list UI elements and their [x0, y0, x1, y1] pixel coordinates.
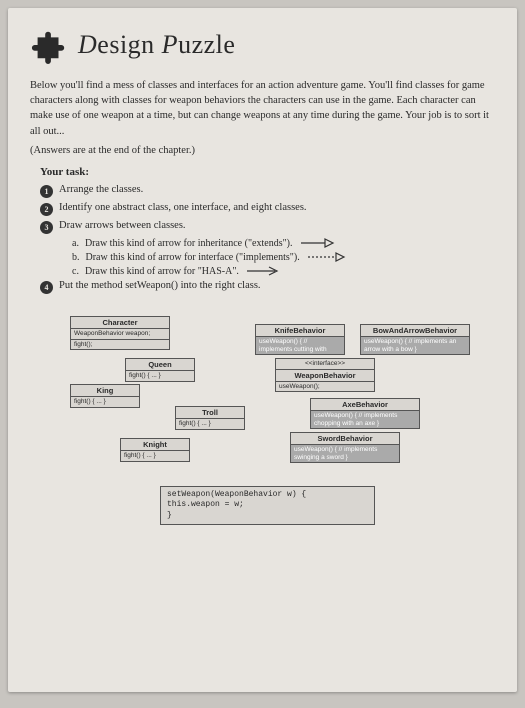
- uml-king: King fight() { ... }: [70, 384, 140, 408]
- badge-2: 2: [40, 203, 53, 216]
- task-item-1: 1 Arrange the classes.: [40, 184, 495, 198]
- uml-diagram: Character WeaponBehavior weapon; fight()…: [30, 316, 495, 576]
- badge-1: 1: [40, 185, 53, 198]
- task-item-3: 3 Draw arrows between classes.: [40, 220, 495, 234]
- task-item-4: 4 Put the method setWeapon() into the ri…: [40, 280, 495, 294]
- task-list-cont: 4 Put the method setWeapon() into the ri…: [40, 280, 495, 294]
- task-text: Draw arrows between classes.: [59, 220, 186, 231]
- uml-weaponbehavior: <<interface>> WeaponBehavior useWeapon()…: [275, 358, 375, 393]
- uml-character: Character WeaponBehavior weapon; fight()…: [70, 316, 170, 351]
- task-text: Arrange the classes.: [59, 184, 143, 195]
- task-heading: Your task:: [40, 166, 495, 178]
- subtask-a: a. Draw this kind of arrow for inheritan…: [72, 238, 495, 249]
- subtask-list: a. Draw this kind of arrow for inheritan…: [72, 238, 495, 277]
- badge-3: 3: [40, 221, 53, 234]
- code-setweapon: setWeapon(WeaponBehavior w) { this.weapo…: [160, 486, 375, 525]
- hasa-arrow-icon: [245, 266, 281, 276]
- uml-knife: KnifeBehavior useWeapon() { // implement…: [255, 324, 345, 356]
- subtask-c: c. Draw this kind of arrow for "HAS-A".: [72, 266, 495, 277]
- extends-arrow-icon: [299, 238, 335, 248]
- badge-4: 4: [40, 281, 53, 294]
- uml-queen: Queen fight() { ... }: [125, 358, 195, 382]
- uml-axe: AxeBehavior useWeapon() { // implements …: [310, 398, 420, 430]
- task-text: Put the method setWeapon() into the righ…: [59, 280, 261, 291]
- page-title: Design Puzzle: [78, 30, 235, 60]
- implements-arrow-icon: [306, 252, 348, 262]
- uml-bow: BowAndArrowBehavior useWeapon() { // imp…: [360, 324, 470, 356]
- uml-sword: SwordBehavior useWeapon() { // implement…: [290, 432, 400, 464]
- task-text: Identify one abstract class, one interfa…: [59, 202, 307, 213]
- uml-troll: Troll fight() { ... }: [175, 406, 245, 430]
- intro-text: Below you'll find a mess of classes and …: [30, 78, 495, 139]
- task-item-2: 2 Identify one abstract class, one inter…: [40, 202, 495, 216]
- header: Design Puzzle: [30, 26, 495, 64]
- page: Design Puzzle Below you'll find a mess o…: [8, 8, 517, 692]
- subtask-b: b. Draw this kind of arrow for interface…: [72, 252, 495, 263]
- answers-note: (Answers are at the end of the chapter.): [30, 145, 495, 156]
- uml-knight: Knight fight() { ... }: [120, 438, 190, 462]
- puzzle-piece-icon: [30, 26, 68, 64]
- task-list: 1 Arrange the classes. 2 Identify one ab…: [40, 184, 495, 234]
